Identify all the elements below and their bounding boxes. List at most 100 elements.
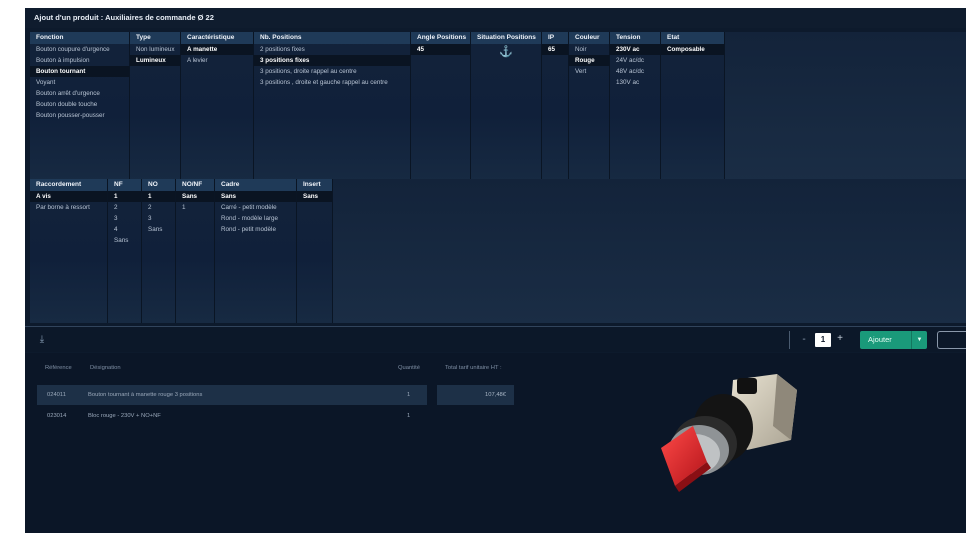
col-header: Couleur [569, 32, 609, 44]
option-bouton-a-impulsion[interactable]: Bouton à impulsion [30, 55, 129, 66]
option-bouton-double-touche[interactable]: Bouton double touche [30, 99, 129, 110]
option-1[interactable]: 1 [108, 191, 141, 202]
option-3[interactable]: 3 [108, 213, 141, 224]
option-4[interactable]: 4 [108, 224, 141, 235]
row-designation: Bloc rouge - 230V + NO+NF [88, 413, 161, 419]
col-header: Raccordement [30, 179, 107, 191]
chevron-down-icon[interactable]: ▼ [911, 331, 927, 349]
sort-down-icon[interactable]: ⤓ [37, 334, 47, 346]
option-65[interactable]: 65 [542, 44, 568, 55]
option-45[interactable]: 45 [411, 44, 470, 55]
add-button-label: Ajouter [868, 335, 892, 344]
quantity-input[interactable]: 1 [815, 333, 831, 347]
header-designation: Désignation [90, 365, 121, 371]
anchor-icon[interactable]: ⚓ [471, 44, 541, 60]
row-reference: 023014 [47, 413, 67, 419]
option-3-positions-fixes[interactable]: 3 positions fixes [254, 55, 410, 66]
filter-col-no-nf: NO/NF Sans 1 [176, 179, 215, 323]
option-lumineux[interactable]: Lumineux [130, 55, 180, 66]
product-image [661, 374, 797, 492]
col-header: Nb. Positions [254, 32, 410, 44]
total-price: 107,48€ [437, 385, 514, 405]
col-header: Angle Positions [411, 32, 470, 44]
option-2-positions-fixes[interactable]: 2 positions fixes [254, 44, 410, 55]
option-noir[interactable]: Noir [569, 44, 609, 55]
app-window: Ajout d'un produit : Auxiliaires de comm… [25, 8, 966, 533]
option-bouton-arret-d-urgence[interactable]: Bouton arrêt d'urgence [30, 88, 129, 99]
filter-panel-filler [333, 179, 966, 323]
row-designation: Bouton tournant à manette rouge 3 positi… [88, 392, 203, 398]
option-1[interactable]: 1 [176, 202, 214, 213]
option-a-levier[interactable]: A levier [181, 55, 253, 66]
filter-col-nb-positions: Nb. Positions 2 positions fixes 3 positio… [254, 32, 411, 182]
option-3[interactable]: 3 [142, 213, 175, 224]
option-rouge[interactable]: Rouge [569, 55, 609, 66]
filter-col-tension: Tension 230V ac 24V ac/dc 48V ac/dc 130V ac [610, 32, 661, 182]
option-sans[interactable]: Sans [142, 224, 175, 235]
option-par-borne-a-ressort[interactable]: Par borne à ressort [30, 202, 107, 213]
option-vert[interactable]: Vert [569, 66, 609, 77]
toolbar-divider [789, 331, 790, 349]
option-composable[interactable]: Composable [661, 44, 724, 55]
filter-col-cadre: Cadre Sans Carré - petit modèle Rond - mod… [215, 179, 297, 323]
col-header: Situation Positions [471, 32, 541, 44]
option-48v-ac-dc[interactable]: 48V ac/dc [610, 66, 660, 77]
filter-panel-top: Fonction Bouton coupure d'urgence Bouton … [30, 32, 966, 182]
option-non-lumineux[interactable]: Non lumineux [130, 44, 180, 55]
filter-col-nf: NF 1 2 3 4 Sans [108, 179, 142, 323]
option-a-vis[interactable]: A vis [30, 191, 107, 202]
option-sans[interactable]: Sans [108, 235, 141, 246]
col-header: Caractéristique [181, 32, 253, 44]
header-total: Total tarif unitaire HT : [445, 365, 502, 371]
page-title: Ajout d'un produit : Auxiliaires de comm… [25, 8, 966, 28]
filter-col-fonction: Fonction Bouton coupure d'urgence Bouton … [30, 32, 130, 182]
option-24v-ac-dc[interactable]: 24V ac/dc [610, 55, 660, 66]
filter-col-insert: Insert Sans [297, 179, 333, 323]
option-carre-petit-modele[interactable]: Carré - petit modèle [215, 202, 296, 213]
option-130v-ac[interactable]: 130V ac [610, 77, 660, 88]
option-voyant[interactable]: Voyant [30, 77, 129, 88]
filter-col-situation-positions: Situation Positions ⚓ [471, 32, 542, 182]
table-row[interactable]: 023014 Bloc rouge - 230V + NO+NF 1 [37, 406, 427, 426]
option-3-positions-droite-rappel-au-centre[interactable]: 3 positions, droite rappel au centre [254, 66, 410, 77]
col-header: Insert [297, 179, 332, 191]
option-3-positions-droite-et-gauche-rappel-au-centre[interactable]: 3 positions , droite et gauche rappel au… [254, 77, 410, 88]
col-header: Tension [610, 32, 660, 44]
row-reference: 024011 [47, 392, 66, 398]
col-header: Cadre [215, 179, 296, 191]
filter-col-angle-positions: Angle Positions 45 [411, 32, 471, 182]
col-header: Type [130, 32, 180, 44]
filter-col-caracteristique: Caractéristique A manette A levier [181, 32, 254, 182]
option-rond-modele-large[interactable]: Rond - modèle large [215, 213, 296, 224]
increase-quantity-button[interactable]: + [835, 332, 845, 346]
header-quantity: Quantité [398, 365, 420, 371]
col-header: NO [142, 179, 175, 191]
option-1[interactable]: 1 [142, 191, 175, 202]
option-2[interactable]: 2 [142, 202, 175, 213]
filter-col-etat: Etat Composable [661, 32, 725, 182]
filter-col-no: NO 1 2 3 Sans [142, 179, 176, 323]
add-button[interactable]: Ajouter ▼ [860, 331, 927, 349]
col-header: IP [542, 32, 568, 44]
option-bouton-tournant[interactable]: Bouton tournant [30, 66, 129, 77]
option-230v-ac[interactable]: 230V ac [610, 44, 660, 55]
option-sans[interactable]: Sans [176, 191, 214, 202]
filter-col-type: Type Non lumineux Lumineux [130, 32, 181, 182]
filter-panel-bottom: Raccordement A vis Par borne à ressort NF… [30, 179, 966, 323]
option-bouton-coupure-d-urgence[interactable]: Bouton coupure d'urgence [30, 44, 129, 55]
row-quantity: 1 [407, 413, 411, 419]
side-panel-button[interactable] [937, 331, 966, 349]
filter-col-ip: IP 65 [542, 32, 569, 182]
option-sans[interactable]: Sans [215, 191, 296, 202]
option-rond-petit-modele[interactable]: Rond - petit modèle [215, 224, 296, 235]
option-bouton-pousser-pousser[interactable]: Bouton pousser-pousser [30, 110, 129, 121]
decrease-quantity-button[interactable]: - [799, 333, 809, 347]
col-header: NF [108, 179, 141, 191]
table-row[interactable]: 024011 Bouton tournant à manette rouge 3… [37, 385, 427, 405]
option-a-manette[interactable]: A manette [181, 44, 253, 55]
header-reference: Référence [45, 365, 72, 371]
col-header: NO/NF [176, 179, 214, 191]
option-2[interactable]: 2 [108, 202, 141, 213]
filter-panel-filler [725, 32, 966, 182]
option-sans[interactable]: Sans [297, 191, 332, 202]
